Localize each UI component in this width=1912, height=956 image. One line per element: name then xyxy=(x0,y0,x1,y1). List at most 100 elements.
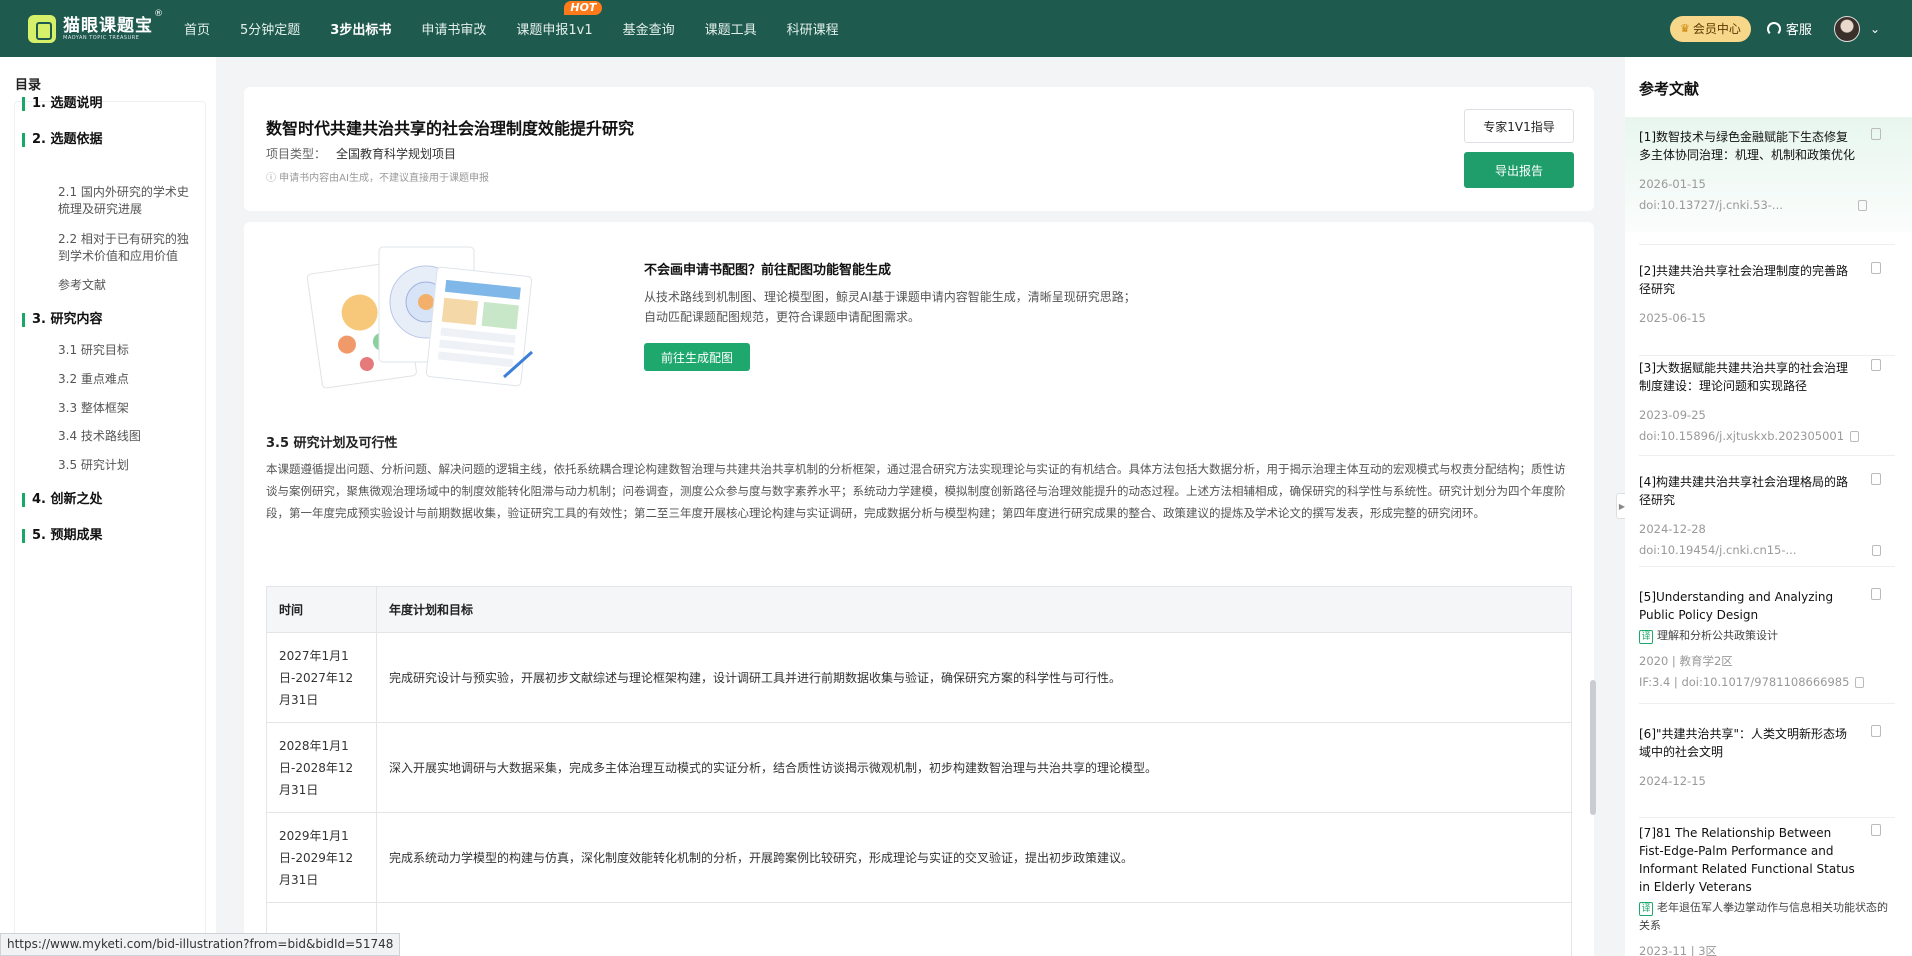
copy-icon[interactable] xyxy=(1871,359,1881,371)
translate-icon: 译 xyxy=(1639,902,1653,916)
reference-title: [2]共建共治共享社会治理制度的完善路径研究 xyxy=(1639,264,1848,296)
reference-title: [6]"共建共治共享"：人类文明新形态场域中的社会文明 xyxy=(1639,727,1848,759)
reference-title: [5]Understanding and Analyzing Public Po… xyxy=(1639,590,1834,622)
copy-icon[interactable] xyxy=(1871,473,1881,485)
brand-name: 猫眼课题宝 xyxy=(63,15,153,36)
reference-item[interactable]: [2]共建共治共享社会治理制度的完善路径研究 2025-06-15 xyxy=(1639,262,1895,329)
divider xyxy=(1639,455,1895,456)
registered-mark: ® xyxy=(154,8,163,19)
toc-item-2[interactable]: 2. 选题依据 xyxy=(22,133,103,147)
promo-desc-line-2: 自动匹配课题配图规范，更符合课题申请配图需求。 xyxy=(644,310,921,324)
content-card: 不会画申请书配图？前往配图功能智能生成 从技术路线到机制图、理论模型图，鲸灵AI… xyxy=(244,222,1594,956)
table-row: 2028年1月1日-2028年12月31日 深入开展实地调研与大数据采集，完成多… xyxy=(266,722,1572,813)
promo-desc-line-1: 从技术路线到机制图、理论模型图，鲸灵AI基于课题申请内容智能生成，清晰呈现研究思… xyxy=(644,290,1136,304)
toc-item-3-4[interactable]: 3.4 技术路线图 xyxy=(58,428,198,445)
brand-logo[interactable]: 猫眼课题宝 MAOYAN TOPIC TREASURE ® xyxy=(28,9,168,43)
toc-item-1[interactable]: 1. 选题说明 xyxy=(22,97,103,111)
references-title: 参考文献 xyxy=(1639,80,1700,98)
project-type-label: 项目类型： xyxy=(266,147,327,161)
nav-1v1-label: 课题申报1v1 xyxy=(516,23,593,38)
nav-1v1[interactable]: 课题申报1v1 HOT xyxy=(516,1,603,38)
toc-item-5[interactable]: 5. 预期成果 xyxy=(22,529,103,543)
vip-center-button[interactable]: ♛ 会员中心 xyxy=(1670,15,1751,42)
project-type: 项目类型： 全国教育科学规划项目 xyxy=(266,145,456,162)
toc-item-4[interactable]: 4. 创新之处 xyxy=(22,493,103,507)
toc-item-2-2[interactable]: 2.2 相对于已有研究的独到学术价值和应用价值 xyxy=(58,231,198,265)
service-label: 客服 xyxy=(1785,23,1812,38)
translate-icon: 译 xyxy=(1639,630,1653,644)
row-goal: 完成系统动力学模型的构建与仿真，深化制度效能转化机制的分析，开展跨案例比较研究，… xyxy=(376,812,1572,903)
reference-meta: 2024-12-15 xyxy=(1639,771,1895,792)
reference-title: [3]大数据赋能共建共治共享的社会治理制度建设：理论问题和实现路径 xyxy=(1639,361,1848,393)
row-goal xyxy=(376,902,1572,956)
nav-fund-search[interactable]: 基金查询 xyxy=(623,19,675,38)
crown-icon: ♛ xyxy=(1680,22,1690,35)
translation-text: 老年退伍军人拳边掌动作与信息相关功能状态的关系 xyxy=(1639,901,1888,932)
reference-doi: doi:10.13727/j.cnki.53-... xyxy=(1639,198,1783,212)
nav-topic-tools[interactable]: 课题工具 xyxy=(705,19,757,38)
export-report-button[interactable]: 导出报告 xyxy=(1464,152,1574,188)
nav-research-course[interactable]: 科研课程 xyxy=(787,19,839,38)
reference-translation: 译老年退伍军人拳边掌动作与信息相关功能状态的关系 xyxy=(1639,899,1895,935)
copy-doi-icon[interactable] xyxy=(1871,545,1881,556)
expert-guidance-button[interactable]: 专家1V1指导 xyxy=(1464,109,1574,143)
document-title: 数智时代共建共治共享的社会治理制度效能提升研究 xyxy=(266,119,635,138)
project-type-value: 全国教育科学规划项目 xyxy=(336,147,457,161)
references-panel: 参考文献 [1]数智技术与绿色金融赋能下生态修复多主体协同治理：机理、机制和政策… xyxy=(1625,57,1912,956)
reference-title: [1]数智技术与绿色金融赋能下生态修复多主体协同治理：机理、机制和政策优化 xyxy=(1639,130,1856,162)
reference-item[interactable]: [7]81 The Relationship Between Fist-Edge… xyxy=(1639,824,1895,956)
reference-item[interactable]: [6]"共建共治共享"：人类文明新形态场域中的社会文明 2024-12-15 xyxy=(1639,725,1895,792)
reference-date: 2025-06-15 xyxy=(1639,311,1706,325)
status-url-bar: https://www.myketi.com/bid-illustration?… xyxy=(0,933,401,956)
reference-translation: 译理解和分析公共政策设计 xyxy=(1639,627,1895,645)
copy-doi-icon[interactable] xyxy=(1857,200,1867,211)
toc-item-3-3[interactable]: 3.3 整体框架 xyxy=(58,400,198,417)
copy-icon[interactable] xyxy=(1871,128,1881,140)
document-header-card: 数智时代共建共治共享的社会治理制度效能提升研究 项目类型： 全国教育科学规划项目 … xyxy=(244,87,1594,211)
chevron-down-icon[interactable]: ⌄ xyxy=(1870,22,1880,36)
reference-doi: doi:10.15896/j.xjtuskxb.202305001 xyxy=(1639,429,1845,443)
copy-doi-icon[interactable] xyxy=(1850,431,1860,442)
toc-item-3[interactable]: 3. 研究内容 xyxy=(22,313,103,327)
customer-service-button[interactable]: 客服 xyxy=(1766,19,1812,38)
main-scrollbar[interactable] xyxy=(1590,680,1596,815)
table-of-contents-panel: 目录 1. 选题说明 2. 选题依据 2.1 国内外研究的学术史梳理及研究进展 … xyxy=(0,57,216,956)
toc-item-3-5[interactable]: 3.5 研究计划 xyxy=(58,457,198,474)
vip-label: 会员中心 xyxy=(1692,22,1741,36)
hot-badge: HOT xyxy=(564,1,603,15)
reference-title: [7]81 The Relationship Between Fist-Edge… xyxy=(1639,826,1855,894)
reference-item[interactable]: [1]数智技术与绿色金融赋能下生态修复多主体协同治理：机理、机制和政策优化 20… xyxy=(1639,128,1895,216)
toc-item-3-2[interactable]: 3.2 重点难点 xyxy=(58,371,198,388)
toc-item-3-1[interactable]: 3.1 研究目标 xyxy=(58,342,198,359)
avatar[interactable] xyxy=(1833,15,1860,42)
column-header-time: 时间 xyxy=(266,586,377,633)
copy-icon[interactable] xyxy=(1871,588,1881,600)
row-goal: 完成研究设计与预实验，开展初步文献综述与理论框架构建，设计调研工具并进行前期数据… xyxy=(376,632,1572,723)
nav-5min-topic[interactable]: 5分钟定题 xyxy=(240,19,300,38)
toc-item-2-1[interactable]: 2.1 国内外研究的学术史梳理及研究进展 xyxy=(58,184,198,218)
logo-icon xyxy=(28,14,56,43)
reference-if-doi: IF:3.4 | doi:10.1017/9781108666985 xyxy=(1639,675,1850,689)
copy-icon[interactable] xyxy=(1871,725,1881,737)
reference-item[interactable]: [3]大数据赋能共建共治共享的社会治理制度建设：理论问题和实现路径 2023-0… xyxy=(1639,359,1895,447)
nav-3step-bid[interactable]: 3步出标书 xyxy=(330,19,391,38)
row-time: 2029年1月1日-2029年12月31日 xyxy=(266,812,377,903)
reference-meta: 2020 | 教育学2区 IF:3.4 | doi:10.1017/978110… xyxy=(1639,651,1895,693)
generate-illustration-button[interactable]: 前往生成配图 xyxy=(644,343,750,371)
reference-meta: 2023-11 | 3区 xyxy=(1639,941,1895,956)
copy-doi-icon[interactable] xyxy=(1855,677,1865,688)
reference-year-zone: 2023-11 | 3区 xyxy=(1639,944,1718,956)
reference-item[interactable]: [4]构建共建共治共享社会治理格局的路径研究 2024-12-28 doi:10… xyxy=(1639,473,1895,561)
top-navigation-bar: 猫眼课题宝 MAOYAN TOPIC TREASURE ® 首页 5分钟定题 3… xyxy=(0,0,1912,57)
reference-date: 2024-12-15 xyxy=(1639,774,1706,788)
table-header-row: 时间 年度计划和目标 xyxy=(266,586,1572,633)
reference-meta: 2026-01-15 doi:10.13727/j.cnki.53-... xyxy=(1639,174,1895,216)
brand-subtitle: MAOYAN TOPIC TREASURE xyxy=(63,34,140,41)
reference-year-zone: 2020 | 教育学2区 xyxy=(1639,654,1733,668)
nav-proposal-review[interactable]: 申请书审改 xyxy=(421,19,486,38)
copy-icon[interactable] xyxy=(1871,262,1881,274)
copy-icon[interactable] xyxy=(1871,824,1881,836)
reference-item[interactable]: [5]Understanding and Analyzing Public Po… xyxy=(1639,588,1895,693)
nav-home[interactable]: 首页 xyxy=(184,19,210,38)
toc-item-references[interactable]: 参考文献 xyxy=(58,277,198,294)
